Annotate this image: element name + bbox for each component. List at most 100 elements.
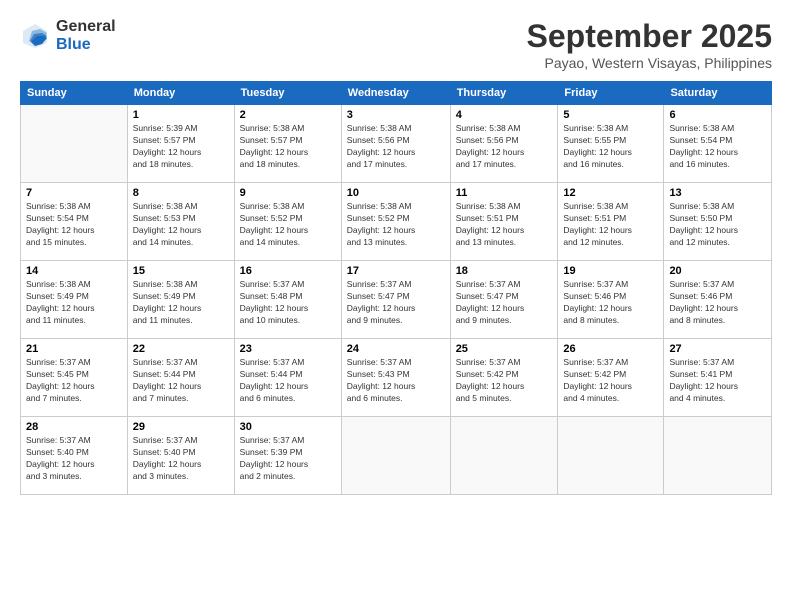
day-info: Sunrise: 5:37 AMSunset: 5:48 PMDaylight:… (240, 279, 336, 327)
day-info: Sunrise: 5:38 AMSunset: 5:56 PMDaylight:… (347, 123, 445, 171)
calendar-cell: 27 Sunrise: 5:37 AMSunset: 5:41 PMDayligh… (664, 339, 772, 417)
day-info: Sunrise: 5:38 AMSunset: 5:51 PMDaylight:… (456, 201, 553, 249)
day-info: Sunrise: 5:37 AMSunset: 5:42 PMDaylight:… (563, 357, 658, 405)
calendar-cell: 10 Sunrise: 5:38 AMSunset: 5:52 PMDayligh… (341, 183, 450, 261)
day-number: 26 (563, 343, 658, 355)
col-tuesday: Tuesday (234, 82, 341, 105)
day-info: Sunrise: 5:38 AMSunset: 5:51 PMDaylight:… (563, 201, 658, 249)
day-number: 24 (347, 343, 445, 355)
logo: General Blue (20, 18, 116, 53)
calendar-cell (664, 417, 772, 495)
calendar-header-row: Sunday Monday Tuesday Wednesday Thursday… (21, 82, 772, 105)
day-number: 17 (347, 265, 445, 277)
logo-blue-text: Blue (56, 36, 116, 54)
calendar-cell: 19 Sunrise: 5:37 AMSunset: 5:46 PMDayligh… (558, 261, 664, 339)
day-number: 2 (240, 109, 336, 121)
page: General Blue September 2025 Payao, Weste… (0, 0, 792, 612)
header: General Blue September 2025 Payao, Weste… (20, 18, 772, 71)
day-number: 10 (347, 187, 445, 199)
day-number: 4 (456, 109, 553, 121)
calendar-week-row-2: 7Sunrise: 5:38 AMSunset: 5:54 PMDaylight… (21, 183, 772, 261)
day-info: Sunrise: 5:38 AMSunset: 5:54 PMDaylight:… (669, 123, 766, 171)
logo-icon (20, 21, 50, 51)
day-info: Sunrise: 5:38 AMSunset: 5:57 PMDaylight:… (240, 123, 336, 171)
day-info: Sunrise: 5:38 AMSunset: 5:49 PMDaylight:… (26, 279, 122, 327)
calendar-cell: 22Sunrise: 5:37 AMSunset: 5:44 PMDayligh… (127, 339, 234, 417)
calendar-cell: 16 Sunrise: 5:37 AMSunset: 5:48 PMDayligh… (234, 261, 341, 339)
day-number: 15 (133, 265, 229, 277)
day-number: 6 (669, 109, 766, 121)
day-info: Sunrise: 5:38 AMSunset: 5:49 PMDaylight:… (133, 279, 229, 327)
day-number: 21 (26, 343, 122, 355)
day-number: 11 (456, 187, 553, 199)
day-number: 19 (563, 265, 658, 277)
day-number: 20 (669, 265, 766, 277)
calendar-cell: 12 Sunrise: 5:38 AMSunset: 5:51 PMDayligh… (558, 183, 664, 261)
col-monday: Monday (127, 82, 234, 105)
month-title: September 2025 (527, 18, 772, 55)
calendar-cell: 14 Sunrise: 5:38 AMSunset: 5:49 PMDayligh… (21, 261, 128, 339)
calendar-cell: 13 Sunrise: 5:38 AMSunset: 5:50 PMDayligh… (664, 183, 772, 261)
day-info: Sunrise: 5:37 AMSunset: 5:45 PMDaylight:… (26, 357, 122, 405)
day-info: Sunrise: 5:37 AMSunset: 5:41 PMDaylight:… (669, 357, 766, 405)
calendar-cell (21, 105, 128, 183)
day-info: Sunrise: 5:38 AMSunset: 5:55 PMDaylight:… (563, 123, 658, 171)
col-thursday: Thursday (450, 82, 558, 105)
calendar-cell: 25Sunrise: 5:37 AMSunset: 5:42 PMDayligh… (450, 339, 558, 417)
calendar-cell: 7Sunrise: 5:38 AMSunset: 5:54 PMDaylight… (21, 183, 128, 261)
day-number: 28 (26, 421, 122, 433)
day-number: 9 (240, 187, 336, 199)
day-info: Sunrise: 5:39 AMSunset: 5:57 PMDaylight:… (133, 123, 229, 171)
calendar-cell (341, 417, 450, 495)
calendar-cell: 2 Sunrise: 5:38 AMSunset: 5:57 PMDaylight… (234, 105, 341, 183)
day-number: 3 (347, 109, 445, 121)
day-info: Sunrise: 5:38 AMSunset: 5:52 PMDaylight:… (240, 201, 336, 249)
day-info: Sunrise: 5:37 AMSunset: 5:47 PMDaylight:… (456, 279, 553, 327)
title-block: September 2025 Payao, Western Visayas, P… (527, 18, 772, 71)
location: Payao, Western Visayas, Philippines (527, 55, 772, 71)
day-info: Sunrise: 5:37 AMSunset: 5:46 PMDaylight:… (563, 279, 658, 327)
calendar-cell: 8Sunrise: 5:38 AMSunset: 5:53 PMDaylight… (127, 183, 234, 261)
day-number: 12 (563, 187, 658, 199)
calendar-cell: 5 Sunrise: 5:38 AMSunset: 5:55 PMDaylight… (558, 105, 664, 183)
day-info: Sunrise: 5:37 AMSunset: 5:40 PMDaylight:… (26, 435, 122, 483)
day-info: Sunrise: 5:38 AMSunset: 5:52 PMDaylight:… (347, 201, 445, 249)
day-number: 23 (240, 343, 336, 355)
day-info: Sunrise: 5:37 AMSunset: 5:42 PMDaylight:… (456, 357, 553, 405)
day-number: 1 (133, 109, 229, 121)
calendar-cell: 20Sunrise: 5:37 AMSunset: 5:46 PMDayligh… (664, 261, 772, 339)
col-saturday: Saturday (664, 82, 772, 105)
calendar-cell: 23 Sunrise: 5:37 AMSunset: 5:44 PMDayligh… (234, 339, 341, 417)
calendar-week-row-5: 28 Sunrise: 5:37 AMSunset: 5:40 PMDayligh… (21, 417, 772, 495)
logo-text: General Blue (56, 18, 116, 53)
day-number: 18 (456, 265, 553, 277)
day-number: 14 (26, 265, 122, 277)
day-info: Sunrise: 5:37 AMSunset: 5:40 PMDaylight:… (133, 435, 229, 483)
calendar-cell: 11 Sunrise: 5:38 AMSunset: 5:51 PMDayligh… (450, 183, 558, 261)
day-number: 30 (240, 421, 336, 433)
day-number: 16 (240, 265, 336, 277)
calendar-cell: 30 Sunrise: 5:37 AMSunset: 5:39 PMDayligh… (234, 417, 341, 495)
col-wednesday: Wednesday (341, 82, 450, 105)
calendar-cell: 9 Sunrise: 5:38 AMSunset: 5:52 PMDaylight… (234, 183, 341, 261)
day-info: Sunrise: 5:38 AMSunset: 5:50 PMDaylight:… (669, 201, 766, 249)
day-info: Sunrise: 5:38 AMSunset: 5:53 PMDaylight:… (133, 201, 229, 249)
calendar-cell: 21 Sunrise: 5:37 AMSunset: 5:45 PMDayligh… (21, 339, 128, 417)
calendar-table: Sunday Monday Tuesday Wednesday Thursday… (20, 81, 772, 495)
day-number: 13 (669, 187, 766, 199)
col-friday: Friday (558, 82, 664, 105)
day-info: Sunrise: 5:37 AMSunset: 5:39 PMDaylight:… (240, 435, 336, 483)
day-number: 5 (563, 109, 658, 121)
calendar-cell: 4 Sunrise: 5:38 AMSunset: 5:56 PMDaylight… (450, 105, 558, 183)
calendar-cell: 18 Sunrise: 5:37 AMSunset: 5:47 PMDayligh… (450, 261, 558, 339)
day-info: Sunrise: 5:38 AMSunset: 5:56 PMDaylight:… (456, 123, 553, 171)
col-sunday: Sunday (21, 82, 128, 105)
calendar-cell: 28 Sunrise: 5:37 AMSunset: 5:40 PMDayligh… (21, 417, 128, 495)
calendar-cell: 15 Sunrise: 5:38 AMSunset: 5:49 PMDayligh… (127, 261, 234, 339)
calendar-cell: 17Sunrise: 5:37 AMSunset: 5:47 PMDayligh… (341, 261, 450, 339)
calendar-cell (450, 417, 558, 495)
day-info: Sunrise: 5:37 AMSunset: 5:44 PMDaylight:… (240, 357, 336, 405)
calendar-cell: 29Sunrise: 5:37 AMSunset: 5:40 PMDayligh… (127, 417, 234, 495)
calendar-cell: 3 Sunrise: 5:38 AMSunset: 5:56 PMDaylight… (341, 105, 450, 183)
day-number: 27 (669, 343, 766, 355)
